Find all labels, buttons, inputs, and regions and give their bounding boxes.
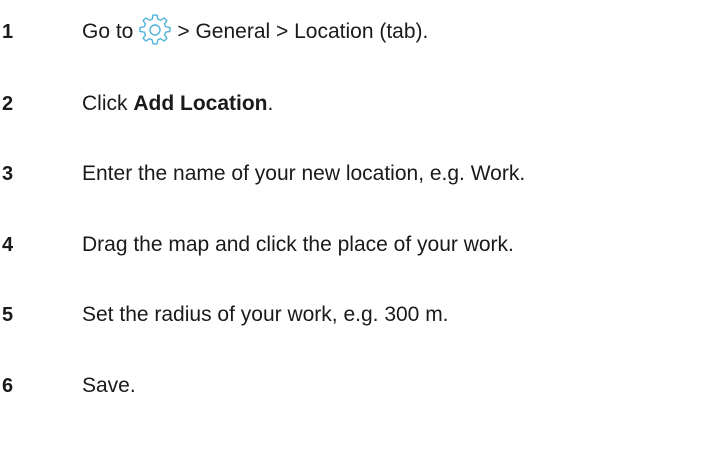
step-number: 6 (2, 375, 14, 397)
step-2: 2 Click Add Location. (0, 84, 703, 124)
step-number: 2 (2, 93, 14, 115)
step-6: 6 Save. (0, 366, 703, 406)
step-1: 1 Go to > General > Location (tab). (0, 12, 703, 52)
step-2-prefix: Click (82, 92, 134, 115)
step-number: 1 (2, 21, 14, 43)
step-text: Drag the map and click the place of your… (82, 233, 514, 256)
step-text: Set the radius of your work, e.g. 300 m. (82, 303, 449, 326)
step-number: 3 (2, 163, 14, 185)
step-text: Click Add Location. (82, 84, 273, 124)
step-4: 4 Drag the map and click the place of yo… (0, 225, 703, 265)
step-5: 5 Set the radius of your work, e.g. 300 … (0, 295, 703, 335)
step-number: 5 (2, 304, 14, 326)
step-1-prefix: Go to (82, 20, 134, 43)
gear-icon (139, 14, 172, 46)
instruction-steps: 1 Go to > General > Location (tab). 2 Cl… (0, 0, 703, 450)
add-location-label: Add Location (133, 92, 268, 115)
step-text: Save. (82, 374, 136, 397)
step-1-suffix: > General > Location (tab). (177, 20, 429, 43)
step-number: 4 (2, 234, 14, 256)
step-text: Enter the name of your new location, e.g… (82, 162, 526, 185)
step-2-suffix: . (267, 92, 274, 115)
step-3: 3 Enter the name of your new location, e… (0, 154, 703, 194)
step-text: Go to > General > Location (tab). (82, 12, 428, 52)
